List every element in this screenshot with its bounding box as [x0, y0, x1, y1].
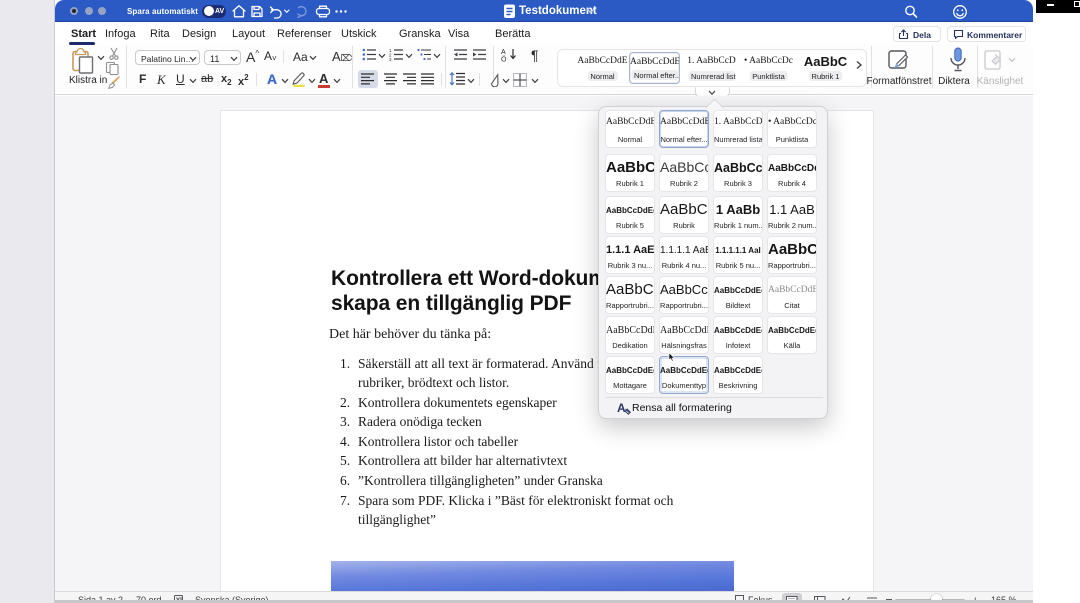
svg-text:3: 3 — [389, 57, 392, 61]
svg-text:Ö: Ö — [501, 56, 507, 63]
svg-text:A: A — [501, 49, 506, 56]
svg-text:A: A — [617, 401, 626, 415]
